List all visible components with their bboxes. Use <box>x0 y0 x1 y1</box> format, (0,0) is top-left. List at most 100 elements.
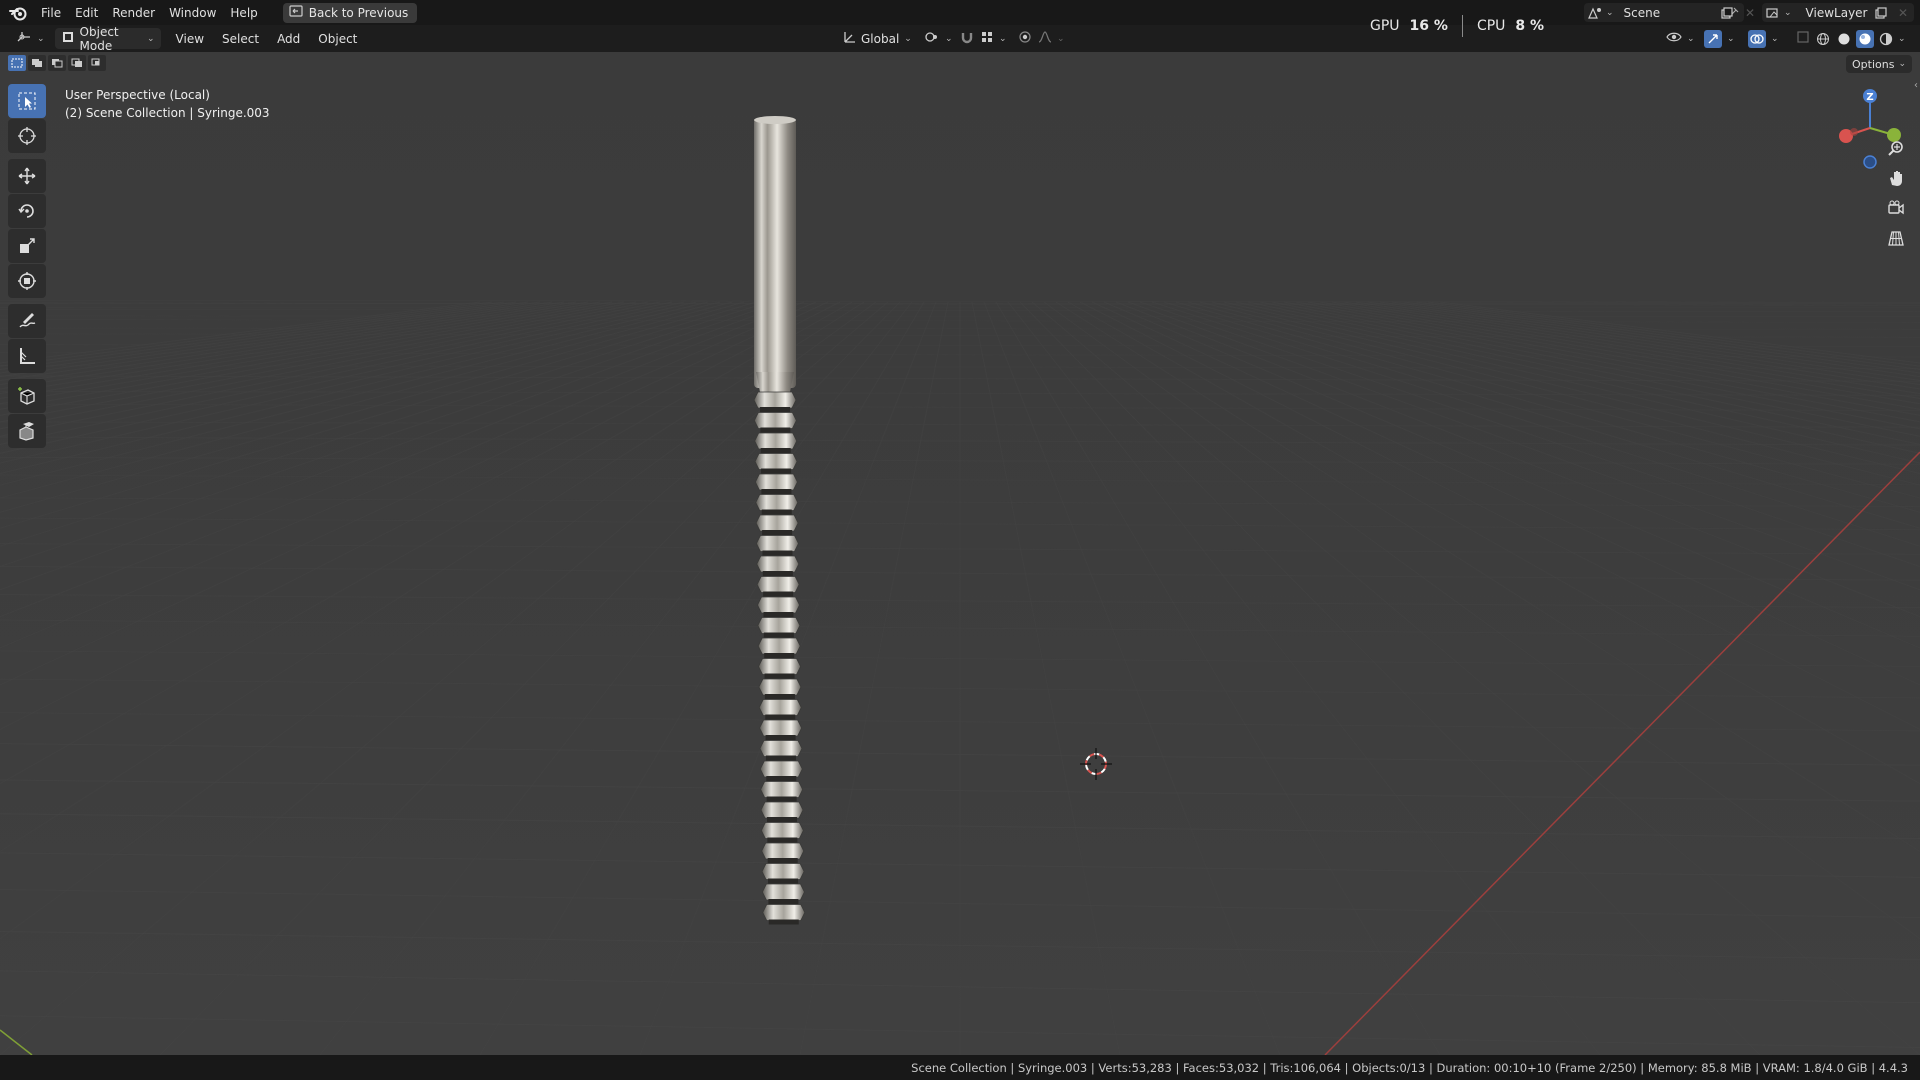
3d-viewport[interactable]: User Perspective (Local) (2) Scene Colle… <box>0 52 1920 1055</box>
scene-name: Scene <box>1623 5 1661 20</box>
transform-orientation-selector[interactable]: Global ⌄ <box>836 28 918 49</box>
header-menu-select[interactable]: Select <box>213 32 268 46</box>
screen-back-icon <box>289 5 303 20</box>
eye-icon <box>1666 31 1682 46</box>
falloff-curve-icon <box>1038 30 1052 47</box>
menu-window[interactable]: Window <box>162 2 223 24</box>
wireframe-shading-icon[interactable] <box>1814 30 1832 48</box>
header-menu-view[interactable]: View <box>167 32 213 46</box>
proportional-icon <box>1018 30 1032 47</box>
perspective-toggle-icon[interactable] <box>1882 224 1910 252</box>
chevron-down-icon: ⌄ <box>1784 7 1792 18</box>
scene-icon <box>1584 3 1606 22</box>
annotate-icon[interactable] <box>8 304 46 338</box>
extrude-cube-icon[interactable] <box>8 414 46 448</box>
menu-render[interactable]: Render <box>105 2 162 24</box>
overlays-icon <box>1748 29 1766 48</box>
view-layer-name: ViewLayer <box>1805 5 1868 20</box>
render-layers-icon <box>1762 3 1784 22</box>
top-menu-bar: File Edit Render Window Help Back to Pre… <box>0 0 1920 25</box>
camera-view-icon[interactable] <box>1882 194 1910 222</box>
menu-edit[interactable]: Edit <box>68 2 105 24</box>
cursor-icon[interactable] <box>8 119 46 153</box>
zoom-icon[interactable] <box>1882 134 1910 162</box>
gizmo-toggle[interactable]: ⌄ <box>1698 28 1741 49</box>
shading-mode-group: ⌄ <box>1814 28 1906 49</box>
xray-icon <box>1796 30 1810 47</box>
close-icon[interactable]: ✕ <box>1892 3 1914 22</box>
snap-grid-icon <box>980 30 994 47</box>
view-layer-selector[interactable]: ⌄ ViewLayer ✕ <box>1762 3 1914 22</box>
view3d-icon <box>16 30 32 47</box>
object-mode-icon <box>61 30 75 47</box>
gizmo-icon <box>1704 29 1722 48</box>
mode-label: Object Mode <box>79 24 119 53</box>
rotate-icon[interactable] <box>8 194 46 228</box>
orientation-label: Global <box>861 31 900 46</box>
chevron-down-icon: ⌄ <box>147 33 155 44</box>
header-menu-add[interactable]: Add <box>268 32 309 46</box>
chevron-down-icon: ⌄ <box>999 33 1007 44</box>
z-axis-label: Z <box>1866 92 1873 103</box>
viewport-header: ⌄ Object Mode ⌄ View Select Add Object G… <box>0 25 1920 53</box>
viewport-title: User Perspective (Local) <box>65 88 210 102</box>
chevron-down-icon: ⌄ <box>1898 59 1906 69</box>
status-bar: Scene Collection | Syringe.003 | Verts:5… <box>0 1055 1920 1080</box>
select-intersect-icon[interactable] <box>88 55 106 71</box>
header-menu-object[interactable]: Object <box>309 32 366 46</box>
duplicate-icon <box>1716 3 1738 22</box>
orientation-global-icon <box>842 30 856 47</box>
close-icon: ✕ <box>1744 5 1756 20</box>
options-button[interactable]: Options ⌄ <box>1846 55 1912 73</box>
delete-scene-button[interactable]: ✕ <box>1740 3 1760 22</box>
mode-selector[interactable]: Object Mode ⌄ <box>54 25 161 53</box>
select-subtract-icon[interactable] <box>48 55 66 71</box>
duplicate-icon[interactable] <box>1870 3 1892 22</box>
measure-icon[interactable] <box>8 339 46 373</box>
pivot-point-selector[interactable]: ⌄ <box>918 28 959 49</box>
pan-hand-icon[interactable] <box>1882 164 1910 192</box>
chevron-down-icon: ⌄ <box>1606 7 1614 18</box>
chevron-down-icon: ⌄ <box>1771 33 1779 44</box>
xray-toggle[interactable] <box>1790 28 1816 49</box>
editor-type-button[interactable]: ⌄ <box>10 28 51 49</box>
menu-file[interactable]: File <box>34 2 68 24</box>
solid-shading-icon[interactable] <box>1835 30 1853 48</box>
snap-target-selector[interactable]: ⌄ <box>974 28 1013 49</box>
transform-icon[interactable] <box>8 264 46 298</box>
select-new-icon[interactable] <box>8 55 26 71</box>
add-cube-icon[interactable] <box>8 379 46 413</box>
chevron-down-icon: ⌄ <box>1687 33 1695 44</box>
status-bar-stats: Scene Collection | Syringe.003 | Verts:5… <box>911 1060 1908 1075</box>
new-scene-button[interactable] <box>1716 3 1738 22</box>
material-shading-icon[interactable] <box>1856 29 1874 48</box>
menu-help[interactable]: Help <box>223 2 264 24</box>
move-icon[interactable] <box>8 159 46 193</box>
viewport-grid <box>0 52 1920 1055</box>
rendered-shading-icon[interactable] <box>1877 30 1895 48</box>
chevron-down-icon: ⌄ <box>37 33 45 44</box>
viewport-subtitle: (2) Scene Collection | Syringe.003 <box>65 106 270 120</box>
select-invert-icon[interactable] <box>68 55 86 71</box>
object-visibility-selector[interactable]: ⌄ <box>1660 28 1701 49</box>
scale-icon[interactable] <box>8 229 46 263</box>
magnet-icon <box>960 30 974 47</box>
pivot-icon <box>924 30 940 47</box>
options-label: Options <box>1852 57 1895 71</box>
chevron-down-icon: ⌄ <box>1057 33 1065 44</box>
neg-z-axis-handle <box>1863 155 1877 169</box>
viewport-info-overlay: User Perspective (Local) (2) Scene Colle… <box>65 86 270 122</box>
chevron-down-icon: ⌄ <box>904 33 912 44</box>
blender-logo-icon[interactable] <box>8 3 28 23</box>
select-box-icon[interactable] <box>8 84 46 118</box>
tool-shelf <box>8 84 48 449</box>
chevron-down-icon: ⌄ <box>945 33 953 44</box>
selection-mode-group <box>8 55 106 71</box>
back-to-previous-label: Back to Previous <box>308 5 409 20</box>
chevron-down-icon[interactable]: ⌄ <box>1898 34 1906 44</box>
sidebar-toggle-icon[interactable]: ‹ <box>1914 80 1918 91</box>
proportional-falloff-selector[interactable]: ⌄ <box>1032 28 1071 49</box>
back-to-previous-button[interactable]: Back to Previous <box>282 2 418 23</box>
overlays-toggle[interactable]: ⌄ <box>1742 28 1785 49</box>
select-extend-icon[interactable] <box>28 55 46 71</box>
